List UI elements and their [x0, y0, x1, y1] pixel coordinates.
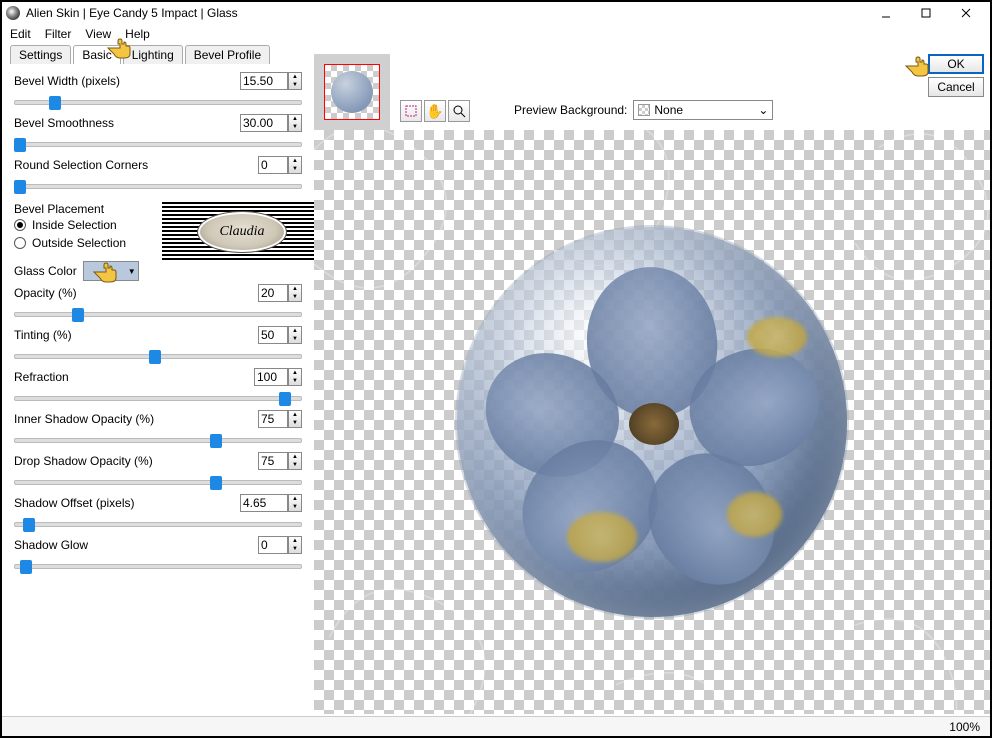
- preview-thumbnail[interactable]: [314, 54, 390, 130]
- drop-shadow-label: Drop Shadow Opacity (%): [14, 454, 258, 468]
- drop-shadow-slider[interactable]: [14, 474, 302, 488]
- shadow-glow-label: Shadow Glow: [14, 538, 258, 552]
- selection-tool-icon[interactable]: [400, 100, 422, 122]
- close-button[interactable]: [946, 3, 986, 23]
- refraction-label: Refraction: [14, 370, 254, 384]
- round-corners-slider[interactable]: [14, 178, 302, 192]
- round-corners-input[interactable]: [258, 156, 288, 174]
- tinting-input[interactable]: [258, 326, 288, 344]
- drop-shadow-input[interactable]: [258, 452, 288, 470]
- shadow-offset-slider[interactable]: [14, 516, 302, 530]
- hand-cursor-icon: [92, 260, 120, 284]
- bevel-smoothness-slider[interactable]: [14, 136, 302, 150]
- bevel-width-input[interactable]: [240, 72, 288, 90]
- refraction-input[interactable]: [254, 368, 288, 386]
- outside-selection-label: Outside Selection: [32, 236, 126, 250]
- glass-preview-sphere: [457, 227, 847, 617]
- tab-settings[interactable]: Settings: [10, 45, 71, 64]
- bevel-width-spinner[interactable]: ▲▼: [288, 72, 302, 90]
- hand-cursor-icon: [904, 54, 932, 78]
- shadow-glow-input[interactable]: [258, 536, 288, 554]
- shadow-glow-spinner[interactable]: ▲▼: [288, 536, 302, 554]
- glass-color-label: Glass Color: [14, 264, 77, 278]
- menu-filter[interactable]: Filter: [45, 27, 72, 41]
- refraction-spinner[interactable]: ▲▼: [288, 368, 302, 386]
- settings-panel: Bevel Width (pixels) ▲▼ Bevel Smoothness…: [2, 64, 314, 714]
- preview-canvas[interactable]: [314, 130, 990, 714]
- menu-bar: Edit Filter View Help: [2, 24, 990, 44]
- zoom-level: 100%: [949, 720, 980, 734]
- inner-shadow-spinner[interactable]: ▲▼: [288, 410, 302, 428]
- maximize-button[interactable]: [906, 3, 946, 23]
- tab-bevel-profile[interactable]: Bevel Profile: [185, 45, 270, 64]
- bevel-smoothness-spinner[interactable]: ▲▼: [288, 114, 302, 132]
- preview-background-value: None: [654, 103, 683, 117]
- shadow-offset-spinner[interactable]: ▲▼: [288, 494, 302, 512]
- inner-shadow-label: Inner Shadow Opacity (%): [14, 412, 258, 426]
- cancel-button[interactable]: Cancel: [928, 77, 984, 97]
- hand-cursor-icon: [106, 36, 134, 60]
- claudia-badge: Claudia: [197, 211, 287, 253]
- hand-tool-icon[interactable]: ✋: [424, 100, 446, 122]
- drop-shadow-spinner[interactable]: ▲▼: [288, 452, 302, 470]
- opacity-slider[interactable]: [14, 306, 302, 320]
- shadow-offset-label: Shadow Offset (pixels): [14, 496, 240, 510]
- tinting-spinner[interactable]: ▲▼: [288, 326, 302, 344]
- preview-background-select[interactable]: None: [633, 100, 773, 120]
- bevel-width-slider[interactable]: [14, 94, 302, 108]
- zoom-tool-icon[interactable]: [448, 100, 470, 122]
- radio-icon: [14, 237, 26, 249]
- round-corners-spinner[interactable]: ▲▼: [288, 156, 302, 174]
- menu-edit[interactable]: Edit: [10, 27, 31, 41]
- bevel-smoothness-label: Bevel Smoothness: [14, 116, 240, 130]
- title-bar: Alien Skin | Eye Candy 5 Impact | Glass: [2, 2, 990, 24]
- inner-shadow-input[interactable]: [258, 410, 288, 428]
- tinting-slider[interactable]: [14, 348, 302, 362]
- inside-selection-label: Inside Selection: [32, 218, 117, 232]
- refraction-slider[interactable]: [14, 390, 302, 404]
- inner-shadow-slider[interactable]: [14, 432, 302, 446]
- tab-bar: Settings Basic Lighting Bevel Profile: [2, 44, 990, 64]
- opacity-spinner[interactable]: ▲▼: [288, 284, 302, 302]
- round-corners-label: Round Selection Corners: [14, 158, 258, 172]
- app-icon: [6, 6, 20, 20]
- window-title: Alien Skin | Eye Candy 5 Impact | Glass: [26, 6, 866, 20]
- shadow-glow-slider[interactable]: [14, 558, 302, 572]
- opacity-input[interactable]: [258, 284, 288, 302]
- preview-area: ✋ Preview Background: None OK Cancel: [314, 64, 990, 714]
- opacity-label: Opacity (%): [14, 286, 258, 300]
- bevel-width-label: Bevel Width (pixels): [14, 74, 240, 88]
- status-bar: 100%: [2, 716, 990, 736]
- transparency-swatch-icon: [638, 104, 650, 116]
- preview-background-label: Preview Background:: [514, 103, 627, 117]
- bevel-smoothness-input[interactable]: [240, 114, 288, 132]
- watermark-stripes: Claudia: [162, 202, 322, 262]
- tinting-label: Tinting (%): [14, 328, 258, 342]
- radio-icon: [14, 219, 26, 231]
- ok-button[interactable]: OK: [928, 54, 984, 74]
- minimize-button[interactable]: [866, 3, 906, 23]
- shadow-offset-input[interactable]: [240, 494, 288, 512]
